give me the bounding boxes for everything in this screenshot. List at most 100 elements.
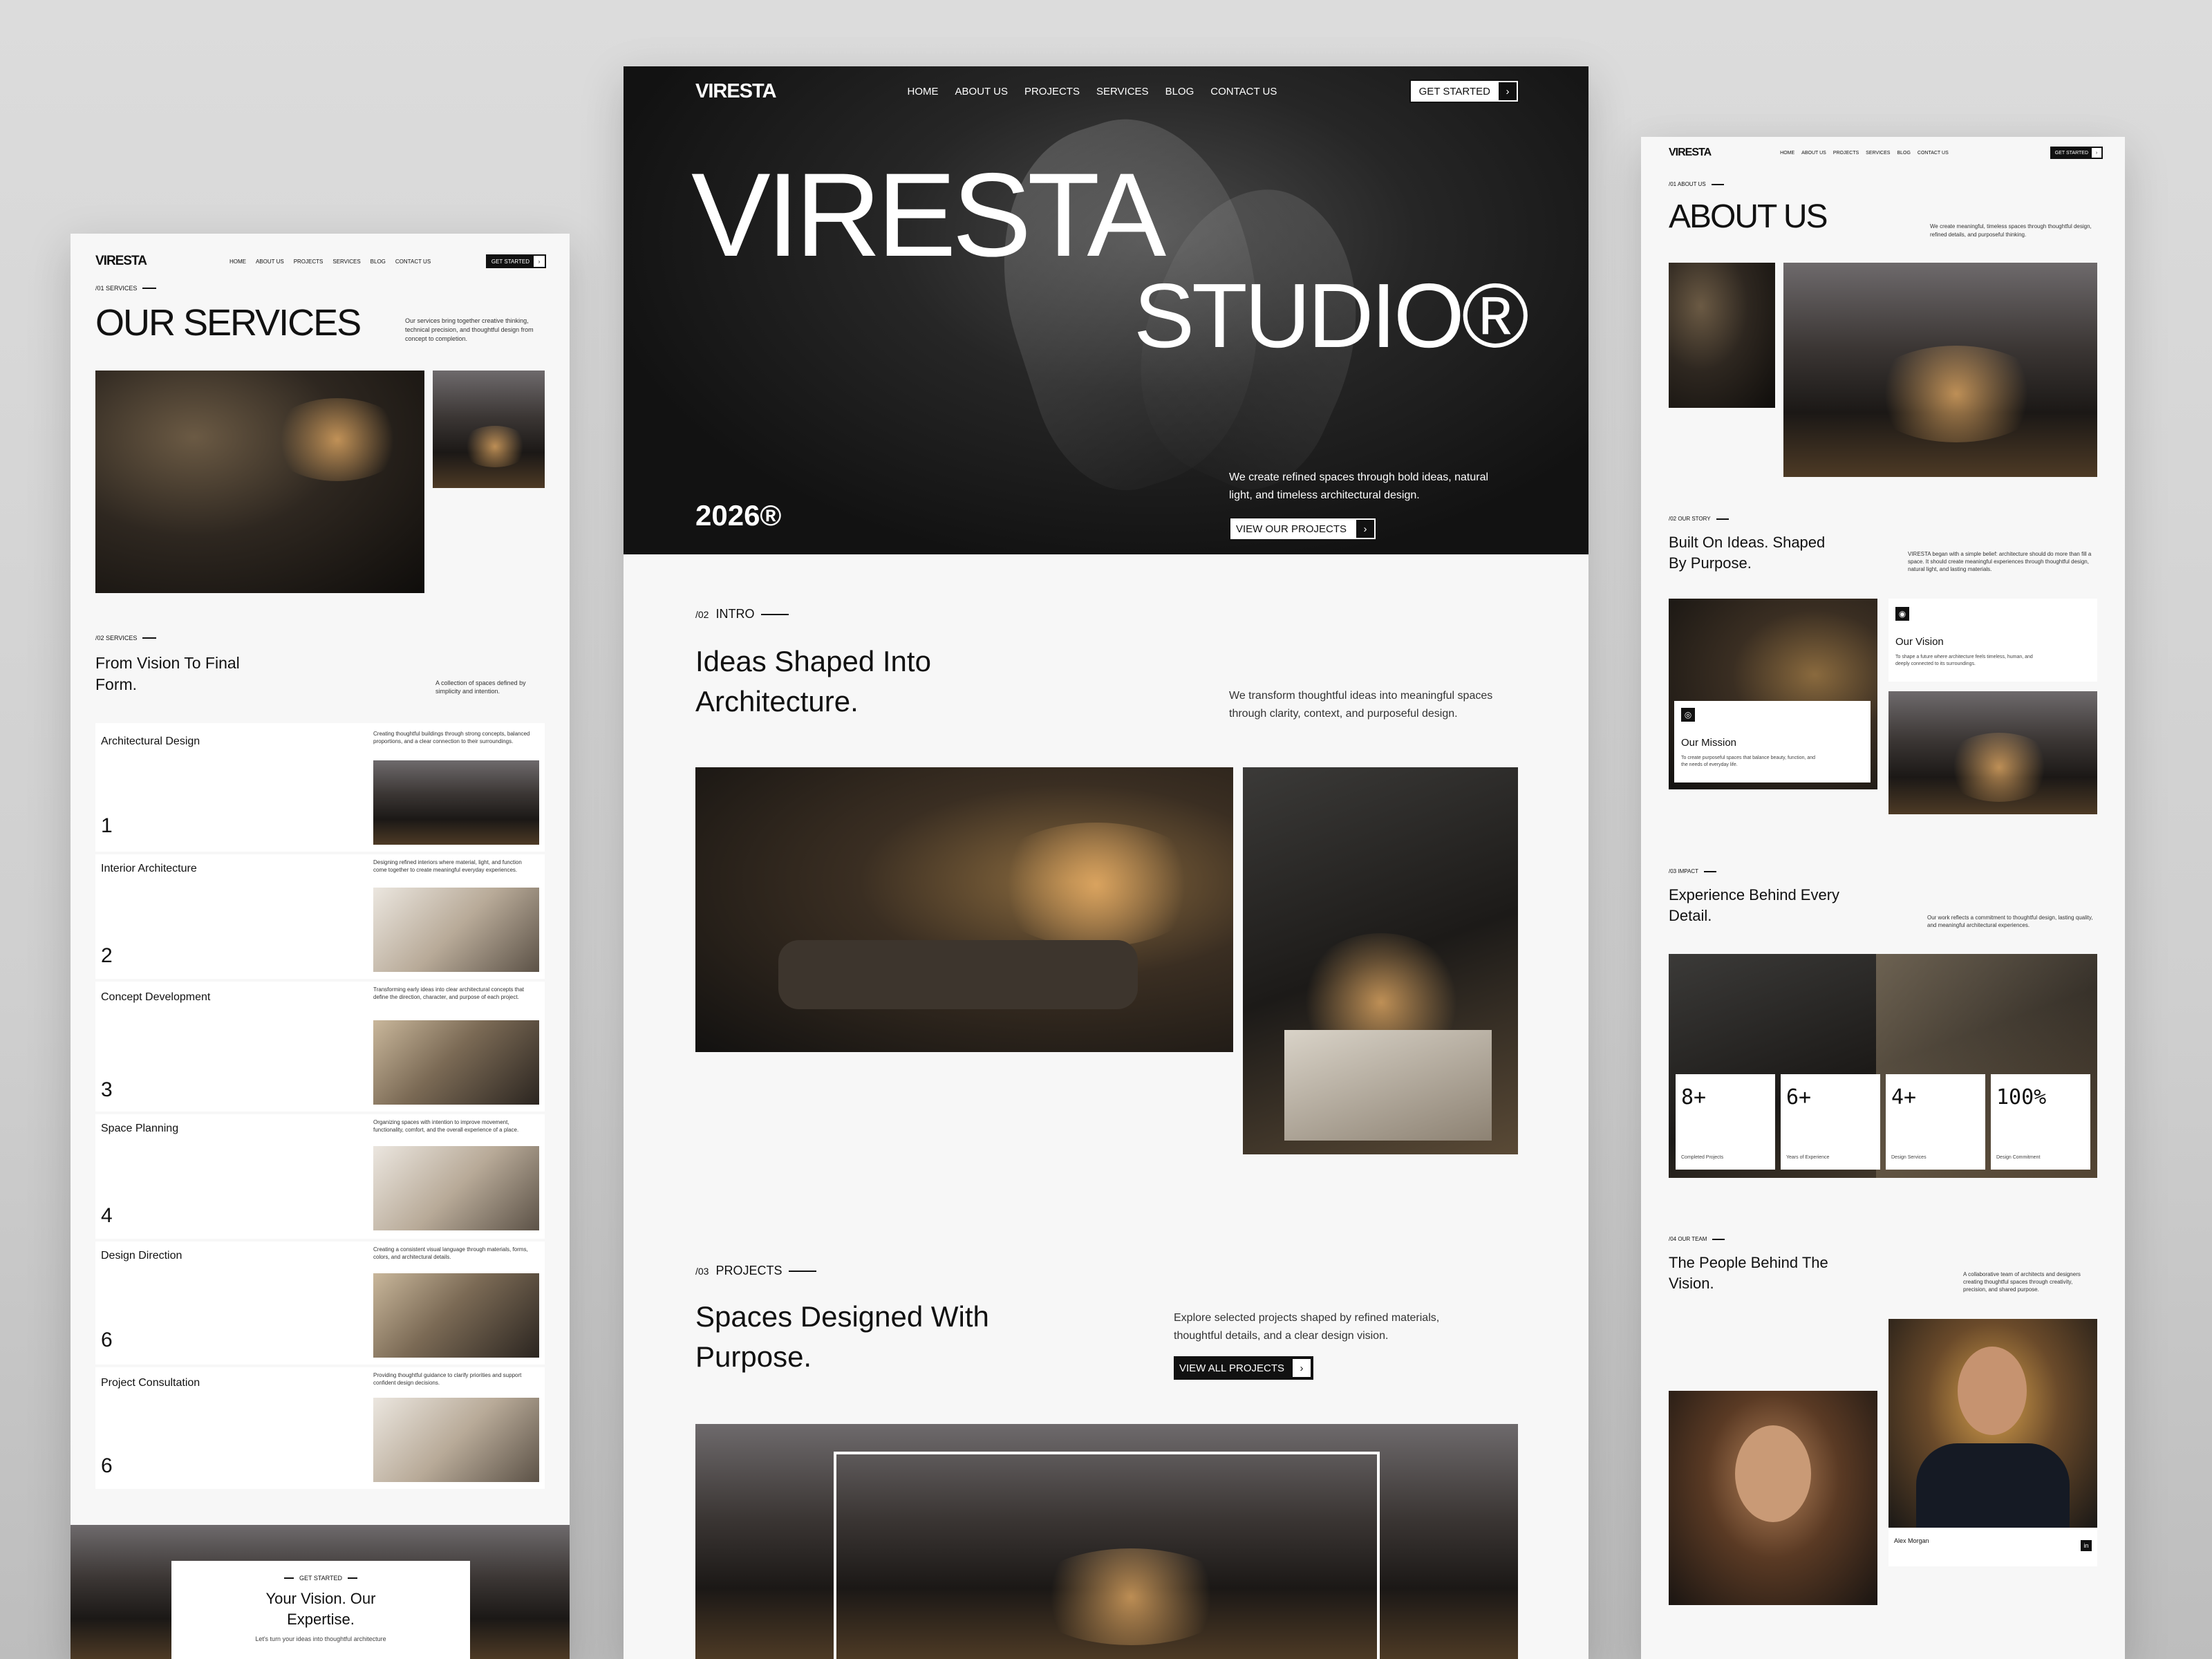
arrow-right-icon: › [1356, 520, 1375, 538]
face-shape [1735, 1425, 1811, 1522]
nav-services[interactable]: SERVICES [1096, 86, 1149, 97]
projects-description: Explore selected projects shaped by refi… [1174, 1312, 1440, 1342]
service-name: Architectural Design [101, 735, 200, 747]
cta-description: Let's turn your ideas into thoughtful ar… [255, 1635, 386, 1642]
service-item[interactable]: Space Planning 4 Organizing spaces with … [95, 1114, 545, 1239]
intro-tag: /02 INTRO [695, 607, 789, 621]
brand-logo[interactable]: VIRESTA [95, 254, 147, 269]
nav-services[interactable]: SERVICES [332, 259, 360, 265]
stat-value: 4+ [1891, 1085, 1917, 1109]
living-room-image [695, 767, 1233, 1052]
service-image [373, 888, 539, 972]
hero-year: 2026® [695, 499, 782, 532]
services-page-panel: VIRESTA HOME ABOUT US PROJECTS SERVICES … [71, 234, 570, 1659]
service-image [373, 1146, 539, 1230]
mission-title: Our Mission [1681, 737, 1737, 749]
service-item[interactable]: Architectural Design 1 Creating thoughtf… [95, 723, 545, 852]
service-number: 4 [101, 1204, 113, 1227]
nav-blog[interactable]: BLOG [1165, 86, 1194, 97]
target-icon: ◎ [1681, 708, 1695, 722]
service-name: Concept Development [101, 991, 211, 1003]
house-exterior-image [1783, 263, 2097, 477]
nav-home[interactable]: HOME [1780, 151, 1794, 156]
story-description: VIRESTA began with a simple belief: arch… [1908, 551, 2092, 572]
arrow-right-icon: › [2092, 148, 2101, 158]
stat-value: 6+ [1786, 1085, 1812, 1109]
service-number: 2 [101, 944, 113, 967]
nav-about[interactable]: ABOUT US [955, 86, 1008, 97]
nav-blog[interactable]: BLOG [1897, 151, 1910, 156]
projects-tag: /03 PROJECTS [695, 1264, 817, 1278]
top-nav: VIRESTA HOME ABOUT US PROJECTS SERVICES … [695, 77, 1519, 105]
service-image [373, 760, 539, 845]
top-nav: VIRESTA HOME ABOUT US PROJECTS SERVICES … [1669, 142, 2103, 163]
service-image [373, 1273, 539, 1358]
stat-card: 100% Design Commitment [1991, 1074, 2090, 1170]
section-description: A collection of spaces defined by simpli… [435, 679, 526, 695]
service-number: 6 [101, 1454, 113, 1477]
service-image [373, 1398, 539, 1482]
mission-description: To create purposeful spaces that balance… [1681, 756, 1816, 767]
get-started-button[interactable]: GET STARTED › [2050, 147, 2103, 159]
brand-logo[interactable]: VIRESTA [1669, 147, 1712, 159]
nav-services[interactable]: SERVICES [1866, 151, 1890, 156]
nav-projects[interactable]: PROJECTS [294, 259, 324, 265]
stat-label: Design Services [1891, 1155, 1927, 1160]
stat-value: 100% [1996, 1085, 2047, 1109]
service-item[interactable]: Concept Development 3 Transforming early… [95, 982, 545, 1112]
shirt-shape [1916, 1443, 2070, 1528]
hero-title-line-1: VIRESTA [691, 149, 1166, 281]
arrow-right-icon: › [1499, 82, 1517, 100]
stat-label: Design Commitment [1996, 1155, 2041, 1160]
impact-description: Our work reflects a commitment to though… [1927, 915, 2093, 928]
impact-title: Experience Behind Every Detail. [1669, 886, 1840, 924]
view-projects-button[interactable]: VIEW OUR PROJECTS › [1229, 517, 1378, 541]
nav-projects[interactable]: PROJECTS [1833, 151, 1859, 156]
nav-about[interactable]: ABOUT US [256, 259, 284, 265]
section-tag: /02 OUR STORY [1669, 516, 1729, 522]
vision-house-image [1888, 691, 2097, 814]
mission-card: ◎ Our Mission To create purposeful space… [1674, 701, 1871, 782]
service-number: 1 [101, 814, 113, 837]
studio-workspace-image [95, 371, 424, 593]
service-item[interactable]: Interior Architecture 2 Designing refine… [95, 854, 545, 979]
vision-title: Our Vision [1895, 636, 1944, 648]
service-description: Designing refined interiors where materi… [373, 859, 522, 873]
service-description: Creating a consistent visual language th… [373, 1246, 528, 1260]
hero-description: We create refined spaces through bold id… [1229, 471, 1489, 501]
service-description: Providing thoughtful guidance to clarify… [373, 1372, 522, 1386]
service-description: Creating thoughtful buildings through st… [373, 731, 530, 744]
get-started-button[interactable]: GET STARTED › [1409, 79, 1519, 103]
arrow-right-icon: › [1293, 1359, 1311, 1377]
eye-icon: ◉ [1895, 607, 1909, 621]
section-tag: /01 SERVICES [95, 285, 157, 292]
intro-title: Ideas Shaped Into Architecture. [695, 645, 931, 718]
team-title: The People Behind The Vision. [1669, 1254, 1828, 1292]
service-image [373, 1020, 539, 1105]
view-all-projects-button[interactable]: VIEW ALL PROJECTS › [1174, 1356, 1313, 1380]
nav-projects[interactable]: PROJECTS [1024, 86, 1080, 97]
hero-section: VIRESTA HOME ABOUT US PROJECTS SERVICES … [624, 66, 1588, 554]
nav-blog[interactable]: BLOG [371, 259, 386, 265]
face-shape [1958, 1347, 2027, 1435]
vision-description: To shape a future where architecture fee… [1895, 655, 2033, 666]
cta-tag: GET STARTED [171, 1575, 470, 1582]
story-title: Built On Ideas. Shaped By Purpose. [1669, 534, 1826, 572]
nav-contact[interactable]: CONTACT US [1918, 151, 1949, 156]
nav-home[interactable]: HOME [229, 259, 246, 265]
hero-title-line-2: STUDIO® [1134, 265, 1529, 366]
linkedin-icon[interactable]: in [2081, 1540, 2092, 1551]
sofa-shape [778, 940, 1138, 1009]
service-item[interactable]: Design Direction 6 Creating a consistent… [95, 1241, 545, 1365]
nav-about[interactable]: ABOUT US [1801, 151, 1826, 156]
brand-logo[interactable]: VIRESTA [695, 80, 777, 103]
get-started-button[interactable]: GET STARTED › [485, 254, 546, 268]
stat-card: 4+ Design Services [1886, 1074, 1985, 1170]
team-member-card[interactable]: Alex Morgan in [1888, 1528, 2097, 1566]
nav-contact[interactable]: CONTACT US [1210, 86, 1277, 97]
nav-home[interactable]: HOME [908, 86, 939, 97]
service-item[interactable]: Project Consultation 6 Providing thought… [95, 1367, 545, 1489]
cta-title: Your Vision. Our Expertise. [265, 1590, 376, 1628]
nav-contact[interactable]: CONTACT US [395, 259, 431, 265]
services-list: Architectural Design 1 Creating thoughtf… [95, 723, 545, 1489]
